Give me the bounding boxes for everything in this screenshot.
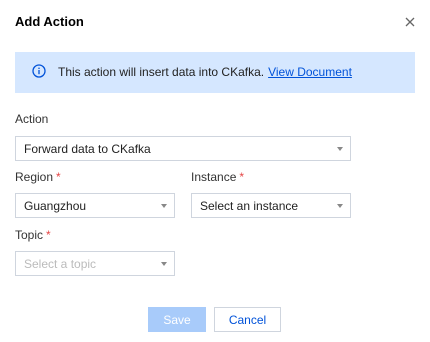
action-select-value: Forward data to CKafka xyxy=(24,142,151,156)
info-icon xyxy=(32,64,46,78)
chevron-down-icon xyxy=(161,204,167,208)
instance-select-value: Select an instance xyxy=(200,199,299,213)
required-mark: * xyxy=(56,170,61,184)
view-document-link[interactable]: View Document xyxy=(268,65,352,79)
add-action-dialog: Add Action This action will insert data … xyxy=(0,0,430,342)
action-select[interactable]: Forward data to CKafka xyxy=(15,136,351,161)
info-message-text: This action will insert data into CKafka… xyxy=(58,65,265,79)
topic-select-placeholder: Select a topic xyxy=(24,257,97,271)
chevron-down-icon xyxy=(161,262,167,266)
instance-select[interactable]: Select an instance xyxy=(191,193,351,218)
required-mark: * xyxy=(239,170,245,184)
chevron-down-icon xyxy=(337,204,343,208)
required-mark: * xyxy=(46,228,51,242)
topic-select[interactable]: Select a topic xyxy=(15,251,175,276)
save-button[interactable]: Save xyxy=(148,307,206,332)
info-banner: This action will insert data into CKafka… xyxy=(15,52,415,93)
topic-label: Topic * xyxy=(15,228,51,242)
info-message: This action will insert data into CKafka… xyxy=(58,65,352,79)
cancel-button[interactable]: Cancel xyxy=(214,307,281,332)
region-select-value: Guangzhou xyxy=(24,199,87,213)
close-icon[interactable] xyxy=(402,14,418,30)
chevron-down-icon xyxy=(337,147,343,151)
instance-label: Instance * xyxy=(191,170,245,184)
region-select[interactable]: Guangzhou xyxy=(15,193,175,218)
action-label: Action xyxy=(15,112,49,126)
dialog-title: Add Action xyxy=(15,14,84,29)
region-label: Region * xyxy=(15,170,61,184)
